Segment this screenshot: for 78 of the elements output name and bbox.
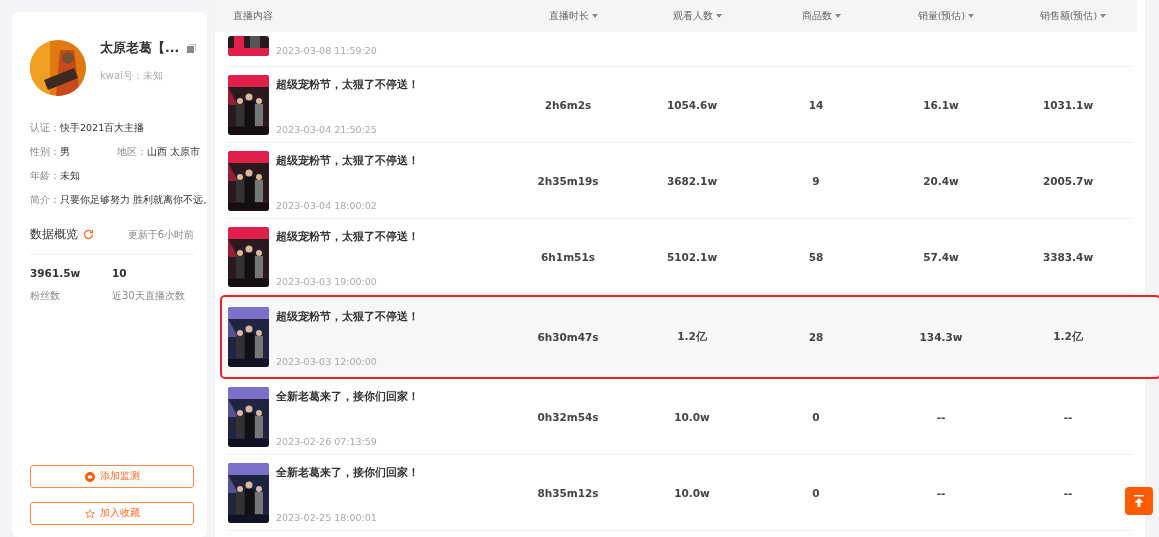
sort-caret-icon [1100,14,1107,18]
table-cell: 134.3w [919,330,963,343]
table-cell: 2h6m2s [544,98,592,111]
table-cell: 58 [808,250,824,263]
monitor-icon [84,471,95,482]
stat-label: 近30天直播次数 [112,289,186,303]
table-cell: 1.2亿 [677,329,707,344]
table-cell: -- [1063,410,1073,423]
table-cell: 10.0w [674,410,710,423]
table-cell: -- [936,486,946,499]
star-icon [84,508,95,519]
live-date: 2023-03-03 19:00:00 [276,275,378,287]
table-row[interactable]: 超级宠粉节，太狠了不停送！ 2023-03-04 21:50:25 2h6m2s 1054.6w 14 16.1w 1031.1w [228,67,1132,143]
live-title[interactable]: 超级宠粉节，太狠了不停送！ [276,74,419,92]
stat-label: 粉丝数 [30,289,61,303]
kwai-id: kwai号：未知 [100,69,164,83]
profile-field: 性别：男 [30,146,95,159]
live-date: 2023-03-08 11:59:20 [276,45,377,56]
table-cell: 20.4w [923,174,959,187]
table-row[interactable]: 全新老葛来了，接你们回家！ 2023-02-26 07:13:59 0h32m54s 10.0w 0 -- -- [228,379,1132,455]
table-cell: 57.4w [923,250,959,263]
table-cell: 9 [812,174,820,187]
table-cell: 16.1w [923,98,959,111]
profile-field: 年龄：未知 [30,170,200,183]
table-cell: 28 [808,330,824,343]
sort-caret-icon [715,14,722,18]
profile-field: 认证：快手2021百大主播 [30,122,200,135]
column-header[interactable]: 商品数 [801,9,841,23]
table-cell: 5102.1w [666,250,718,263]
table-cell: 1.2亿 [1053,329,1083,344]
table-row[interactable]: 全新老葛来了，接你们回家！ 2023-02-25 18:00:01 8h35m12s 10.0w 0 -- -- [228,455,1132,531]
column-header[interactable]: 销售额(预估) [1039,9,1107,23]
live-title[interactable]: 全新老葛来了，接你们回家！ [276,462,419,480]
table-cell: 8h35m12s [537,486,599,499]
back-to-top-button[interactable] [1125,487,1153,515]
table-cell: 2h35m19s [537,174,599,187]
table-cell: 1054.6w [666,98,718,111]
sort-caret-icon [591,14,598,18]
table-cell: 2005.7w [1042,174,1094,187]
refresh-icon[interactable] [83,229,94,240]
live-date: 2023-02-25 18:00:01 [276,511,378,523]
table-cell: 3682.1w [666,174,718,187]
table-cell: 0 [812,410,820,423]
live-date: 2023-02-26 07:13:59 [276,435,378,447]
live-date: 2023-03-04 21:50:25 [276,123,378,135]
table-cell: 6h30m47s [537,330,599,343]
table-cell: -- [936,410,946,423]
sort-caret-icon [834,14,841,18]
arrow-up-icon [1133,495,1145,507]
table-cell: 10.0w [674,486,710,499]
highlighted-row[interactable]: 超级宠粉节，太狠了不停送！ 2023-03-03 12:00:00 6h30m47s 1.2亿 28 134.3w 1.2亿 [222,297,1159,377]
live-title[interactable]: 全新老葛来了，接你们回家！ [276,386,419,404]
stat-value: 3961.5w [30,267,82,279]
updated-time: 更新于6小时前 [127,227,194,242]
table-cell: 6h1m51s [541,250,595,263]
table-cell: 0h32m54s [537,410,599,423]
table-cell: 0 [812,486,820,499]
live-date: 2023-03-04 18:00:02 [276,199,378,211]
live-title[interactable]: 超级宠粉节，太狠了不停送！ [276,226,419,244]
stat-value: 10 [112,267,128,279]
table-cell: 14 [808,98,824,111]
section-title: 数据概览 [30,227,78,242]
column-header[interactable]: 直播时长 [548,9,598,23]
profile-field: 地区：山西 太原市 [94,146,200,159]
table-cell: -- [1063,486,1073,499]
copy-icon[interactable] [187,44,197,53]
sort-caret-icon [968,14,975,18]
table-cell: 3383.4w [1042,250,1094,263]
table-cell: 1031.1w [1042,98,1094,111]
profile-field: 简介：只要你足够努力 胜利就离你不远。 [30,194,214,207]
column-header[interactable]: 销量(预估) [917,9,975,23]
live-title[interactable]: 超级宠粉节，太狠了不停送！ [276,306,419,324]
column-header[interactable]: 观看人数 [672,9,722,23]
live-title[interactable]: 超级宠粉节，太狠了不停送！ [276,150,419,168]
table-row[interactable]: 超级宠粉节，太狠了不停送！ 2023-03-04 18:00:02 2h35m19s 3682.1w 9 20.4w 2005.7w [228,143,1132,219]
profile-name: 太原老葛【... [100,40,180,57]
column-header: 直播内容 [233,9,273,23]
live-date: 2023-03-03 12:00:00 [276,355,378,367]
